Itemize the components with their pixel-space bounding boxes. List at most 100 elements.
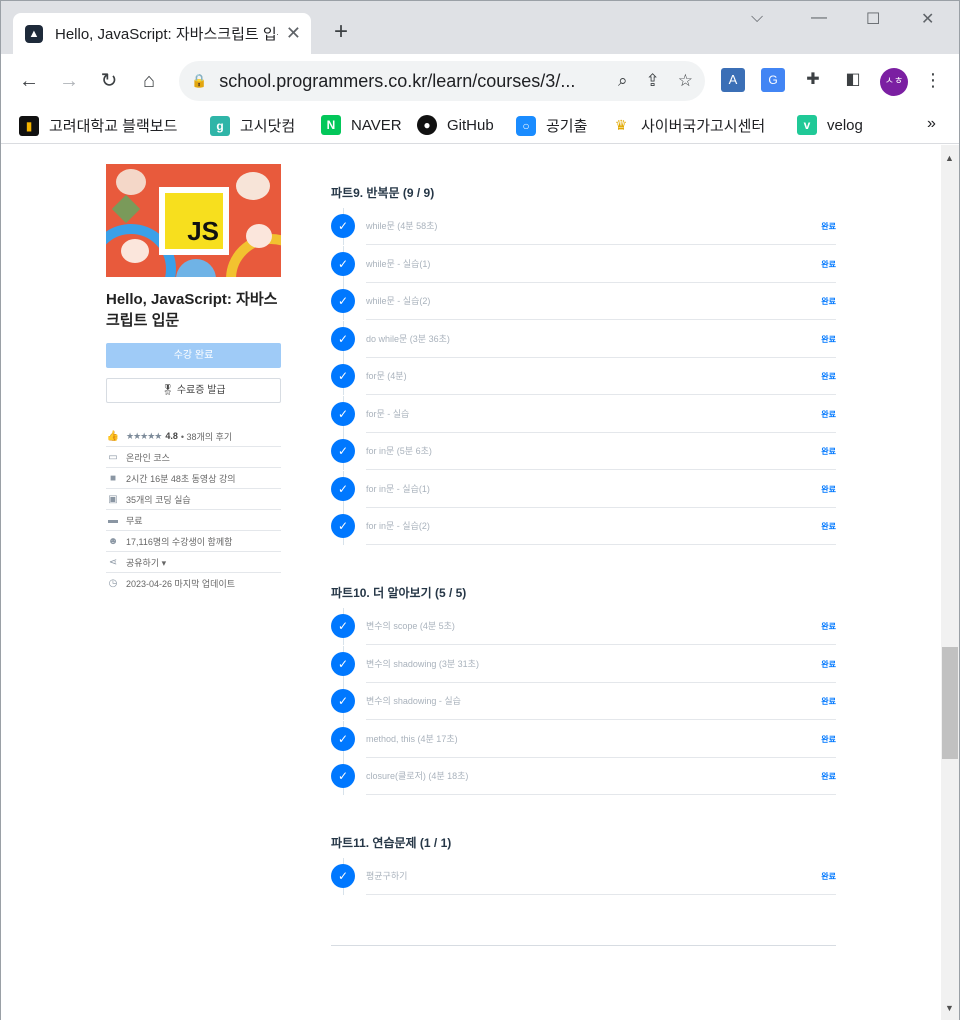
- lesson-status: 완료: [821, 659, 836, 669]
- share-page-icon[interactable]: ⇪: [646, 71, 660, 91]
- share-label[interactable]: 공유하기 ▾: [126, 556, 166, 569]
- info-row: ◷ 2023-04-26 마지막 업데이트: [106, 573, 281, 594]
- lesson-status: 완료: [821, 522, 836, 531]
- google-translate-icon[interactable]: G: [761, 68, 785, 92]
- bookmark-item[interactable]: v velog: [797, 115, 863, 135]
- profile-avatar[interactable]: ㅅㅎ: [880, 68, 908, 96]
- check-circle-icon: ✓: [331, 439, 355, 463]
- info-row: ■ 2시간 16분 48초 동영상 강의: [106, 468, 281, 489]
- lesson-name[interactable]: 변수의 shadowing - 실습: [366, 694, 461, 707]
- bookmark-item[interactable]: ○ 공기출: [516, 115, 587, 136]
- lesson-row[interactable]: ✓ while문 - 실습(1) 완료: [331, 245, 836, 283]
- bar-chart-icon: ▮: [19, 115, 39, 136]
- back-arrow-icon[interactable]: ←: [16, 68, 42, 94]
- bookmark-item[interactable]: N NAVER: [321, 115, 402, 135]
- info-text: 무료: [126, 515, 143, 526]
- lesson-name[interactable]: do while문 (3분 36초): [366, 332, 450, 345]
- rating-row: 👍 ★★★★★ 4.8 • 38개의 후기: [106, 426, 281, 447]
- course-title: Hello, JavaScript: 자바스크립트 입문: [106, 291, 278, 329]
- lesson-name[interactable]: for in문 (5분 6초): [366, 444, 432, 457]
- card-icon: ▬: [108, 514, 118, 526]
- bookmark-star-icon[interactable]: ☆: [678, 71, 693, 91]
- lesson-row[interactable]: ✓ 변수의 shadowing (3분 31초) 완료: [331, 645, 836, 683]
- lesson-name[interactable]: closure(클로저) (4분 18초): [366, 769, 468, 782]
- check-circle-icon: ✓: [331, 689, 355, 713]
- js-logo: JS: [159, 187, 229, 255]
- menu-kebab-icon[interactable]: ⋮: [921, 68, 945, 92]
- minimize-button[interactable]: —: [811, 9, 827, 27]
- lesson-row[interactable]: ✓ for문 (4분) 완료: [331, 358, 836, 395]
- lesson-status: 완료: [821, 697, 836, 706]
- tab-active[interactable]: ▲ Hello, JavaScript: 자바스크립트 입문 ✕: [13, 13, 311, 54]
- lesson-status: 완료: [821, 259, 836, 269]
- lesson-row[interactable]: ✓ for문 - 실습 완료: [331, 395, 836, 433]
- course-complete-button[interactable]: 수강 완료: [106, 343, 281, 368]
- lesson-row[interactable]: ✓ 평균구하기 완료: [331, 858, 836, 895]
- certificate-button-label: 수료증 발급: [176, 385, 226, 396]
- lesson-row[interactable]: ✓ for in문 - 실습(1) 완료: [331, 470, 836, 508]
- lesson-status: 완료: [821, 409, 836, 419]
- bookmark-item[interactable]: ● GitHub: [417, 115, 494, 135]
- scroll-down-arrow-icon[interactable]: ▼: [945, 1003, 954, 1013]
- lesson-name[interactable]: 변수의 shadowing (3분 31초): [366, 657, 479, 670]
- certificate-button[interactable]: 🎖 수료증 발급: [106, 378, 281, 403]
- lesson-name[interactable]: for문 - 실습: [366, 407, 409, 420]
- lesson-name[interactable]: for in문 - 실습(2): [366, 519, 430, 532]
- divider: [331, 945, 836, 946]
- lesson-row[interactable]: ✓ for in문 - 실습(2) 완료: [331, 508, 836, 545]
- info-text: 2023-04-26 마지막 업데이트: [126, 579, 235, 589]
- page-content: JS Hello, JavaScript: 자바스크립트 입문 수강 완료 🎖 …: [1, 145, 941, 1020]
- lesson-row[interactable]: ✓ closure(클로저) (4분 18초) 완료: [331, 758, 836, 795]
- lesson-row[interactable]: ✓ 변수의 shadowing - 실습 완료: [331, 683, 836, 720]
- bookmark-item[interactable]: ▮ 고려대학교 블랙보드: [19, 115, 177, 136]
- scroll-up-arrow-icon[interactable]: ▲: [945, 153, 954, 163]
- bookmark-item[interactable]: g 고시닷컴: [210, 115, 295, 136]
- tab-strip: ▲ Hello, JavaScript: 자바스크립트 입문 ✕ + ⌵ — ☐…: [1, 1, 959, 54]
- tab-search-icon[interactable]: ⌵: [751, 9, 763, 27]
- page-scrollbar[interactable]: ▲ ▼: [941, 145, 959, 1020]
- lesson-name[interactable]: method, this (4분 17초): [366, 732, 458, 745]
- scrollbar-thumb[interactable]: [942, 647, 958, 759]
- lesson-row[interactable]: ✓ 변수의 scope (4분 5초) 완료: [331, 608, 836, 645]
- forward-arrow-icon[interactable]: →: [56, 68, 82, 94]
- lesson-row[interactable]: ✓ for in문 (5분 6초) 완료: [331, 433, 836, 470]
- share-row[interactable]: ⋖ 공유하기 ▾: [106, 552, 281, 573]
- reload-icon[interactable]: ↻: [96, 68, 122, 94]
- maximize-button[interactable]: ☐: [866, 9, 880, 29]
- check-circle-icon: ✓: [331, 864, 355, 888]
- new-tab-button[interactable]: +: [327, 19, 355, 47]
- side-panel-icon[interactable]: ◧: [841, 68, 865, 92]
- thumbs-up-icon: 👍: [106, 430, 120, 442]
- url-text[interactable]: school.programmers.co.kr/learn/courses/3…: [219, 71, 600, 92]
- crown-icon: ♛: [611, 115, 631, 136]
- lesson-row[interactable]: ✓ while문 (4분 58초) 완료: [331, 208, 836, 245]
- extensions-puzzle-icon[interactable]: ✚: [801, 68, 825, 92]
- bookmark-item[interactable]: ♛ 사이버국가고시센터: [611, 115, 765, 136]
- check-circle-icon: ✓: [331, 326, 355, 351]
- review-count[interactable]: • 38개의 후기: [181, 430, 232, 443]
- lesson-name[interactable]: while문 - 실습(2): [366, 294, 430, 307]
- check-circle-icon: ✓: [331, 514, 355, 538]
- tab-close-icon[interactable]: ✕: [286, 23, 301, 44]
- zoom-icon[interactable]: ⌕: [618, 71, 628, 91]
- lesson-row[interactable]: ✓ while문 - 실습(2) 완료: [331, 283, 836, 320]
- close-window-button[interactable]: ✕: [921, 9, 934, 29]
- lesson-status: 완료: [821, 372, 836, 381]
- lesson-name[interactable]: for문 (4분): [366, 369, 407, 382]
- info-text: 2시간 16분 48초 동영상 강의: [126, 473, 236, 484]
- lesson-name[interactable]: for in문 - 실습(1): [366, 482, 430, 495]
- programmers-favicon-icon: ▲: [25, 24, 43, 43]
- lesson-name[interactable]: while문 (4분 58초): [366, 219, 437, 232]
- lesson-name[interactable]: 평균구하기: [366, 869, 407, 882]
- lesson-name[interactable]: while문 - 실습(1): [366, 257, 430, 270]
- translate-a-extension-icon[interactable]: A: [721, 68, 745, 92]
- home-icon[interactable]: ⌂: [136, 68, 162, 94]
- info-row: ▭ 온라인 코스: [106, 447, 281, 468]
- address-bar[interactable]: 🔒 school.programmers.co.kr/learn/courses…: [179, 61, 705, 101]
- lesson-name[interactable]: 변수의 scope (4분 5초): [366, 619, 455, 632]
- lesson-status: 완료: [821, 447, 836, 456]
- lesson-row[interactable]: ✓ method, this (4분 17초) 완료: [331, 720, 836, 758]
- bookmarks-overflow-button[interactable]: »: [927, 115, 936, 133]
- check-circle-icon: ✓: [331, 764, 355, 788]
- lesson-row[interactable]: ✓ do while문 (3분 36초) 완료: [331, 320, 836, 358]
